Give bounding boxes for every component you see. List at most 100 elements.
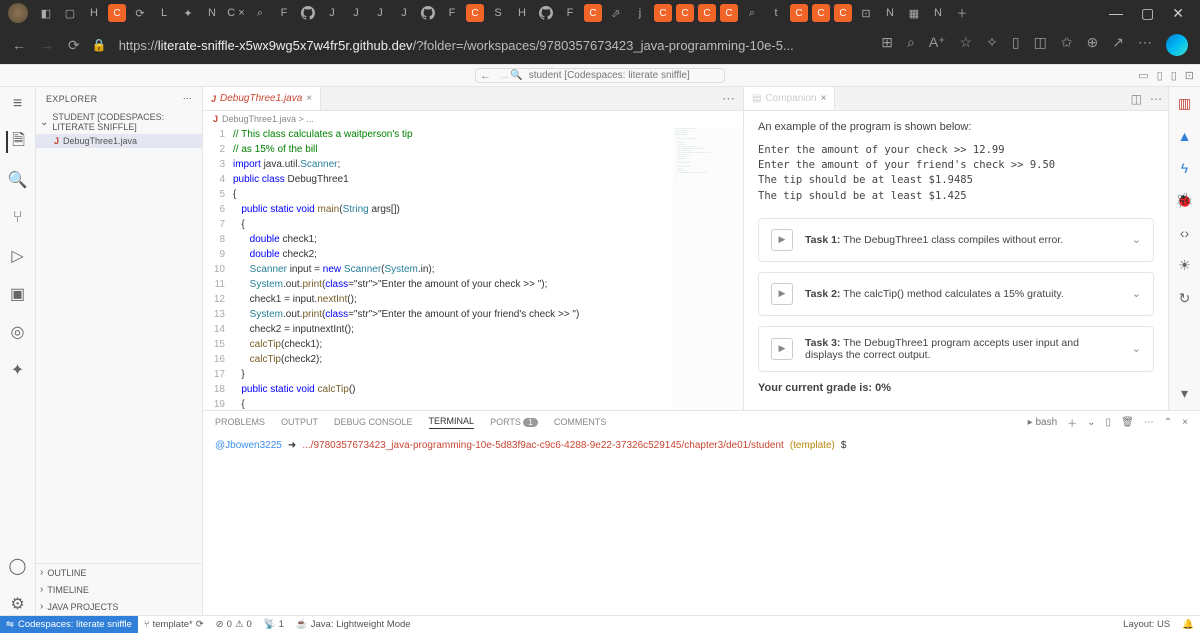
- refresh-icon[interactable]: ⟳: [68, 37, 80, 54]
- tab-icon[interactable]: F: [442, 3, 462, 23]
- title-back-icon[interactable]: ←: [480, 70, 491, 82]
- bug-icon[interactable]: 🐞: [1176, 192, 1193, 209]
- tab-icon[interactable]: C: [720, 4, 738, 22]
- panel-tab-problems[interactable]: Problems: [215, 417, 265, 429]
- tab-icon[interactable]: J: [346, 3, 366, 23]
- tab-icon[interactable]: J: [322, 3, 342, 23]
- notifications-icon[interactable]: 🔔: [1176, 619, 1200, 630]
- tab-icon[interactable]: N: [928, 3, 948, 23]
- tab-icon[interactable]: C ×: [226, 3, 246, 23]
- remote-explorer-icon[interactable]: ◎: [7, 321, 29, 343]
- panel-tab-terminal[interactable]: Terminal: [429, 416, 475, 429]
- tab-icon[interactable]: C: [108, 4, 126, 22]
- tab-icon[interactable]: ⟳: [130, 3, 150, 23]
- brightness-icon[interactable]: ☀: [1178, 257, 1191, 274]
- trash-icon[interactable]: 🗑: [1121, 417, 1134, 428]
- split-terminal-icon[interactable]: ▯: [1106, 417, 1112, 428]
- collections2-icon[interactable]: ⊕: [1087, 34, 1099, 56]
- java-mode[interactable]: ☕ Java: Lightweight Mode: [290, 619, 417, 630]
- ports-count[interactable]: 📡 1: [258, 619, 290, 630]
- extension-icon[interactable]: ✧: [986, 34, 998, 56]
- chevron-down-icon[interactable]: ▾: [1181, 385, 1188, 402]
- tab-icon[interactable]: S: [488, 3, 508, 23]
- terminal-dropdown-icon[interactable]: ⌄: [1087, 417, 1095, 428]
- tab-icon[interactable]: C: [812, 4, 830, 22]
- share-icon[interactable]: ↗: [1112, 34, 1124, 56]
- extensions-icon[interactable]: ▣: [7, 283, 29, 305]
- tab-icon[interactable]: ⊡: [856, 3, 876, 23]
- panel-tab-debug-console[interactable]: Debug Console: [334, 417, 413, 429]
- github-icon[interactable]: [298, 3, 318, 23]
- layout-icon[interactable]: ▭: [1138, 69, 1148, 82]
- more-icon[interactable]: ⋯: [722, 91, 735, 107]
- tab-icon[interactable]: N: [202, 3, 222, 23]
- profile-avatar[interactable]: [8, 3, 28, 23]
- editor-body[interactable]: 1234567891011121314151617181920212223242…: [203, 127, 743, 410]
- tab-icon[interactable]: J: [370, 3, 390, 23]
- more-icon[interactable]: ⋯: [1138, 34, 1152, 56]
- title-forward-icon[interactable]: →: [499, 70, 510, 82]
- terminal-content[interactable]: @Jbowen3225 ➜ .../9780357673423_java-pro…: [203, 434, 1200, 615]
- tab-icon[interactable]: H: [512, 3, 532, 23]
- panel-tab-comments[interactable]: Comments: [554, 417, 607, 429]
- lock-icon[interactable]: 🔒: [92, 38, 107, 52]
- tab-icon[interactable]: C: [584, 4, 602, 22]
- back-icon[interactable]: ←: [12, 37, 26, 54]
- refresh-icon[interactable]: ↻: [1179, 290, 1191, 307]
- outline-section[interactable]: Outline: [36, 564, 202, 581]
- tab-icon[interactable]: ⌕: [250, 3, 270, 23]
- timeline-section[interactable]: Timeline: [36, 581, 202, 598]
- chevron-down-icon[interactable]: ⌄: [1132, 287, 1141, 300]
- close-icon[interactable]: ✕: [1172, 5, 1184, 22]
- url-field[interactable]: https://literate-sniffle-x5wx9wg5x7w4fr5…: [119, 38, 870, 53]
- accounts-icon[interactable]: ◯: [7, 555, 29, 577]
- tab-icon[interactable]: C: [466, 4, 484, 22]
- zoom-icon[interactable]: ⌕: [907, 34, 915, 56]
- bolt-icon[interactable]: ϟ: [1181, 160, 1188, 176]
- maximize-panel-icon[interactable]: ⌃: [1164, 417, 1172, 428]
- more-icon[interactable]: ⋯: [183, 93, 192, 104]
- maximize-icon[interactable]: ▢: [1141, 5, 1154, 22]
- layout-icon[interactable]: ▯: [1157, 69, 1163, 82]
- tab-icon[interactable]: N: [880, 3, 900, 23]
- tab-icon[interactable]: F: [560, 3, 580, 23]
- editor-tab[interactable]: J DebugThree1.java ×: [203, 87, 321, 110]
- split-editor-icon[interactable]: ◫: [1131, 92, 1142, 106]
- panel-tab-output[interactable]: Output: [281, 417, 318, 429]
- new-tab-icon[interactable]: ＋: [952, 3, 972, 23]
- settings-icon[interactable]: ⚙: [7, 593, 29, 615]
- tab-icon[interactable]: j: [630, 3, 650, 23]
- github-icon[interactable]: [536, 3, 556, 23]
- layout-icon[interactable]: ▯: [1171, 69, 1177, 82]
- tab-icon[interactable]: C: [834, 4, 852, 22]
- project-section[interactable]: STUDENT [CODESPACES: LITERATE SNIFFLE]: [36, 110, 202, 134]
- breadcrumb[interactable]: J DebugThree1.java > ...: [203, 111, 743, 127]
- layout-indicator[interactable]: Layout: US: [1117, 619, 1176, 630]
- file-item[interactable]: J DebugThree1.java: [36, 134, 202, 148]
- minimap[interactable]: ▪▪ ▪▪▪▪ ▪▪▪▪▪ ▪▪▪▪▪▪▪▪▪▪ ▪ ▪▪▪▪▪▪▪▪▪▪▪▪ …: [673, 127, 743, 410]
- run-task-button[interactable]: ▶: [771, 229, 793, 251]
- tab-icon[interactable]: F: [274, 3, 294, 23]
- terminal-shell-label[interactable]: ▸ bash: [1028, 417, 1058, 428]
- tab-icon[interactable]: ⌕: [742, 3, 762, 23]
- run-task-button[interactable]: ▶: [771, 283, 793, 305]
- tab-icon[interactable]: C: [698, 4, 716, 22]
- add-terminal-icon[interactable]: ＋: [1067, 415, 1077, 430]
- tab-icon[interactable]: t: [766, 3, 786, 23]
- tab-icon[interactable]: J: [394, 3, 414, 23]
- tab-icon[interactable]: ✦: [178, 3, 198, 23]
- tab-icon[interactable]: ▦: [904, 3, 924, 23]
- close-tab-icon[interactable]: ×: [821, 93, 827, 104]
- chevron-down-icon[interactable]: ⌄: [1132, 233, 1141, 246]
- chevron-down-icon[interactable]: ⌄: [1132, 342, 1141, 355]
- problems-count[interactable]: ⊘ 0 ⚠ 0: [210, 619, 258, 630]
- explorer-icon[interactable]: 🗎: [6, 131, 28, 153]
- search-icon[interactable]: 🔍: [7, 169, 29, 191]
- command-center[interactable]: 🔍 student [Codespaces: literate sniffle]: [475, 68, 725, 83]
- java-projects-section[interactable]: Java Projects: [36, 598, 202, 615]
- tab-icon[interactable]: C: [676, 4, 694, 22]
- more-icon[interactable]: ⋯: [1150, 92, 1162, 106]
- workspaces-icon[interactable]: ◧: [36, 3, 56, 23]
- tab-icon[interactable]: ⬀: [606, 3, 626, 23]
- github-icon[interactable]: [418, 3, 438, 23]
